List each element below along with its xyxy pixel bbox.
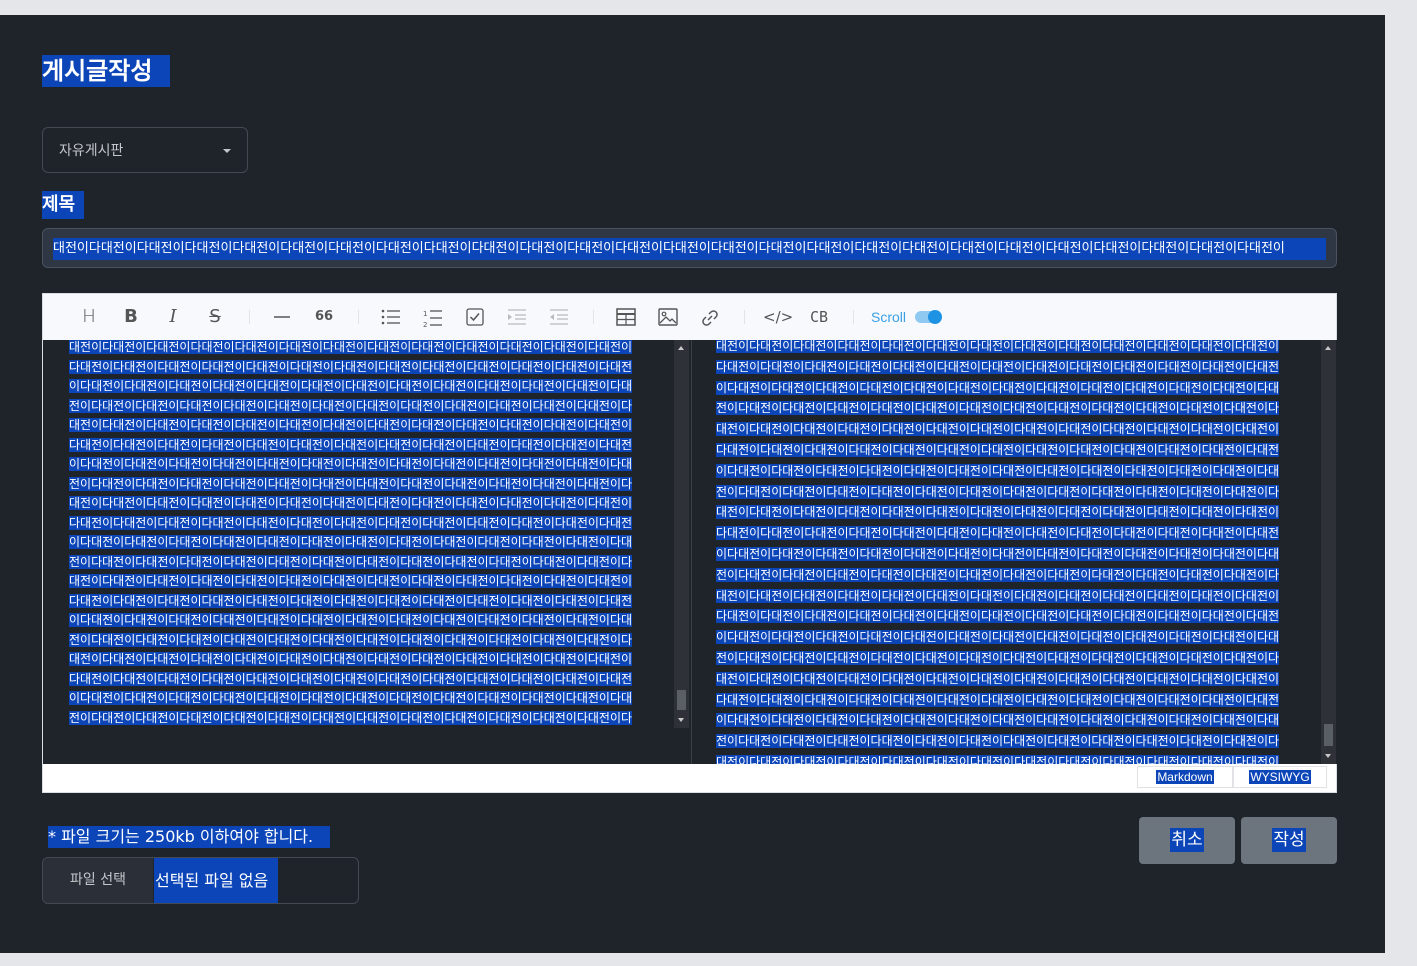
caret-down-icon [223, 149, 231, 153]
mode-tab-markdown[interactable]: Markdown [1137, 766, 1233, 788]
strike-icon[interactable]: S [201, 304, 229, 330]
board-select-value: 자유게시판 [59, 143, 124, 159]
preview-scrollbar[interactable] [1321, 340, 1336, 764]
markdown-editor: H B I S 66 12 </> CB Scroll 대전이다대전이다대전이다… [42, 293, 1337, 793]
task-list-icon[interactable] [461, 304, 489, 330]
file-select-button[interactable]: 파일 선택 [43, 858, 153, 903]
page-title: 게시글작성 [42, 55, 170, 87]
editor-toolbar: H B I S 66 12 </> CB Scroll [43, 294, 1336, 341]
preview-content: 대전이다대전이다대전이다대전이다대전이다대전이다대전이다대전이다대전이다대전이다… [716, 340, 1290, 764]
file-input[interactable]: 파일 선택 선택된 파일 없음 [42, 857, 359, 904]
markdown-scrollbar[interactable] [674, 340, 689, 728]
toggle-knob [928, 310, 942, 324]
scroll-up-icon[interactable] [1325, 346, 1331, 350]
toolbar-divider [744, 310, 745, 324]
indent-icon[interactable] [503, 304, 531, 330]
link-icon[interactable] [696, 304, 724, 330]
outdent-icon[interactable] [545, 304, 573, 330]
hr-icon[interactable] [268, 304, 296, 330]
quote-icon[interactable]: 66 [310, 304, 338, 330]
preview-pane[interactable]: 대전이다대전이다대전이다대전이다대전이다대전이다대전이다대전이다대전이다대전이다… [691, 340, 1337, 764]
cancel-button[interactable]: 취소 [1139, 817, 1235, 864]
markdown-content[interactable]: 대전이다대전이다대전이다대전이다대전이다대전이다대전이다대전이다대전이다대전이다… [69, 340, 641, 726]
scroll-down-icon[interactable] [1325, 754, 1331, 758]
editor-mode-bar: Markdown WYSIWYG [43, 764, 1336, 792]
toolbar-divider [249, 310, 250, 324]
ordered-list-icon[interactable]: 12 [419, 304, 447, 330]
title-input-value: 대전이다대전이다대전이다대전이다대전이다대전이다대전이다대전이다대전이다대전이다… [53, 238, 1326, 260]
scrollbar-thumb[interactable] [1324, 724, 1333, 746]
toolbar-divider [853, 310, 854, 324]
scroll-sync-toggle[interactable] [915, 310, 942, 324]
bullet-list-icon[interactable] [377, 304, 405, 330]
italic-icon[interactable]: I [159, 304, 187, 330]
heading-icon[interactable]: H [75, 304, 103, 330]
markdown-pane[interactable]: 대전이다대전이다대전이다대전이다대전이다대전이다대전이다대전이다대전이다대전이다… [43, 340, 691, 764]
svg-text:1: 1 [423, 310, 427, 318]
toolbar-divider [593, 310, 594, 324]
scroll-sync-label: Scroll [871, 309, 907, 325]
file-size-note: * 파일 크기는 250kb 이하여야 합니다. [48, 826, 330, 848]
file-status: 선택된 파일 없음 [154, 858, 278, 903]
codeblock-icon[interactable]: CB [805, 304, 833, 330]
scrollbar-thumb[interactable] [677, 690, 686, 710]
subject-label: 제목 [42, 191, 84, 219]
mode-tab-wysiwyg[interactable]: WYSIWYG [1233, 766, 1327, 788]
toolbar-divider [358, 310, 359, 324]
code-icon[interactable]: </> [763, 304, 793, 330]
svg-text:2: 2 [423, 321, 427, 328]
table-icon[interactable] [612, 304, 640, 330]
scroll-up-icon[interactable] [678, 346, 684, 350]
bold-icon[interactable]: B [117, 304, 145, 330]
image-icon[interactable] [654, 304, 682, 330]
submit-button[interactable]: 작성 [1241, 817, 1337, 864]
board-select[interactable]: 자유게시판 [42, 127, 248, 173]
title-input[interactable]: 대전이다대전이다대전이다대전이다대전이다대전이다대전이다대전이다대전이다대전이다… [42, 228, 1337, 268]
scroll-down-icon[interactable] [678, 718, 684, 722]
